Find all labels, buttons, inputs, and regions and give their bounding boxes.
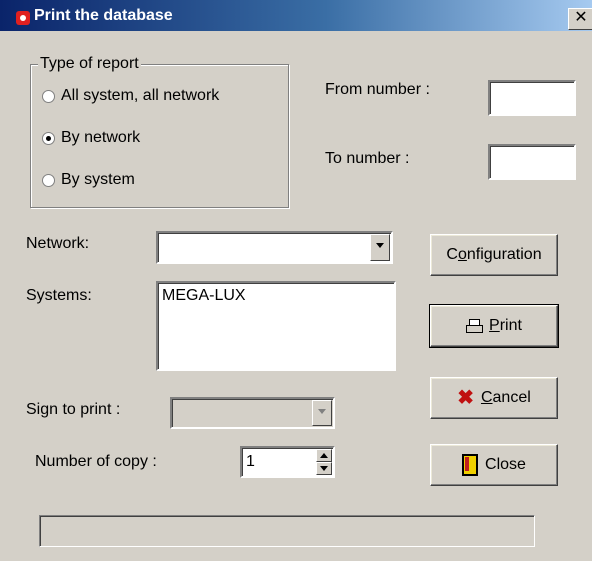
door-exit-icon	[462, 454, 479, 476]
to-number-label: To number :	[325, 150, 410, 167]
radio-label: All system, all network	[61, 87, 220, 104]
configuration-button[interactable]: Co nfiguration	[430, 234, 558, 276]
radio-indicator[interactable]	[42, 173, 55, 187]
network-dropdown[interactable]	[156, 231, 393, 264]
systems-label: Systems:	[26, 287, 92, 304]
radio-indicator[interactable]	[42, 89, 55, 103]
sign-to-print-dropdown[interactable]	[170, 397, 335, 429]
report-type-legend: Type of report	[38, 55, 141, 73]
sign-to-print-label: Sign to print :	[26, 401, 121, 418]
title-bar[interactable]: Print the database ✕	[0, 0, 592, 31]
chevron-down-icon[interactable]	[370, 234, 390, 261]
radio-indicator[interactable]	[42, 131, 55, 145]
print-button[interactable]: Print	[429, 304, 559, 348]
from-number-input[interactable]	[488, 80, 576, 116]
copies-spin-box[interactable]: 1	[240, 446, 335, 478]
status-bar	[39, 515, 535, 547]
window-title: Print the database	[34, 7, 173, 24]
systems-listbox[interactable]: MEGA-LUX	[156, 281, 396, 371]
close-window-button[interactable]: ✕	[568, 8, 592, 30]
network-label: Network:	[26, 235, 90, 252]
radio-label: By system	[61, 171, 135, 188]
list-item[interactable]: MEGA-LUX	[162, 287, 246, 305]
radio-by-system[interactable]: By system	[42, 171, 135, 189]
spin-down-icon[interactable]	[316, 462, 332, 475]
to-number-input[interactable]	[488, 144, 576, 180]
spin-buttons[interactable]	[316, 449, 332, 475]
copies-value: 1	[246, 453, 255, 470]
radio-label: By network	[61, 129, 141, 146]
cancel-x-icon: ✖	[457, 387, 474, 409]
printer-icon	[466, 319, 484, 333]
spin-up-icon[interactable]	[316, 449, 332, 462]
radio-by-network[interactable]: By network	[42, 129, 140, 147]
radio-all-system-all-network[interactable]: All system, all network	[42, 87, 219, 105]
cancel-button[interactable]: ✖ Cancel	[430, 377, 558, 419]
from-number-label: From number :	[325, 81, 430, 98]
close-button[interactable]: Close	[430, 444, 558, 486]
print-database-dialog: Print the database ✕ Type of report All …	[0, 0, 592, 561]
app-icon	[16, 11, 30, 25]
number-of-copy-label: Number of copy :	[35, 453, 157, 470]
chevron-down-icon[interactable]	[312, 400, 332, 426]
